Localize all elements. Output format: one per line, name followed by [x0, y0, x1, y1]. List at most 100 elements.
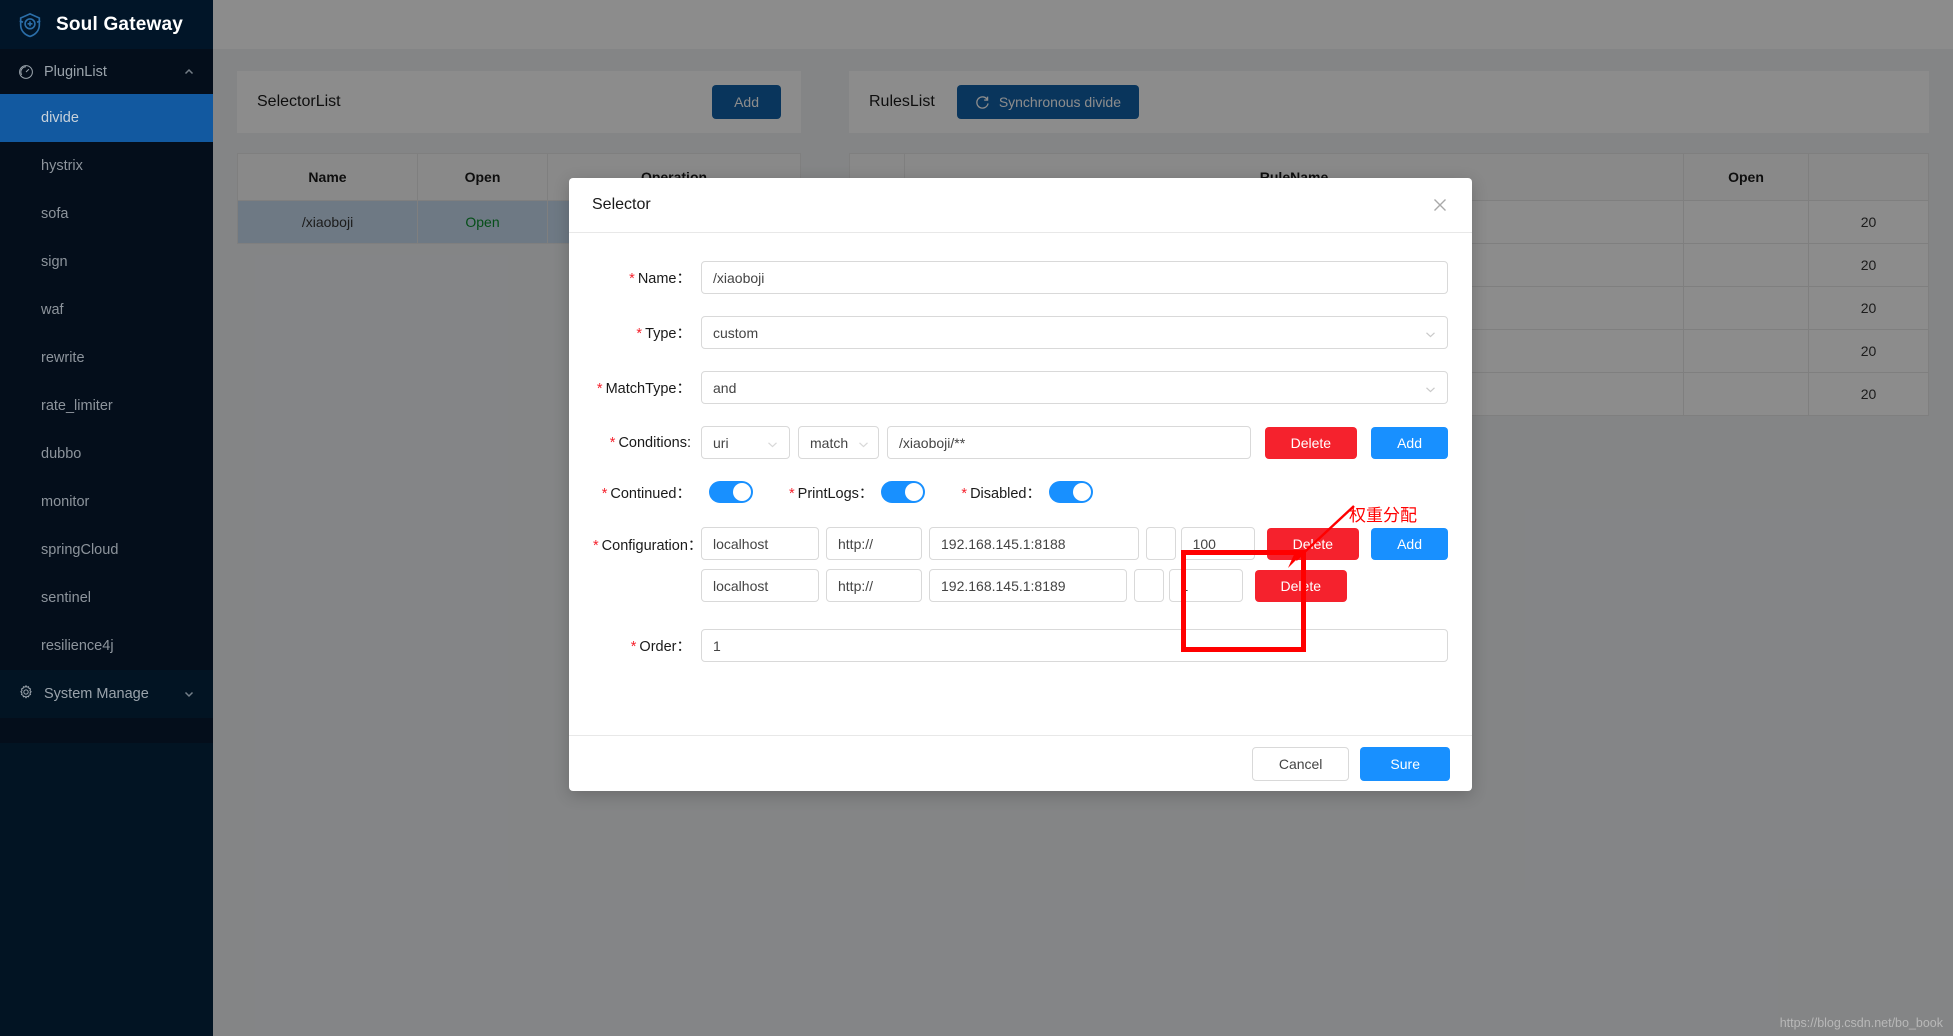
- required-marker: *: [630, 639, 637, 655]
- name-input[interactable]: /xiaoboji: [701, 261, 1448, 294]
- toggle-knob: [733, 483, 751, 501]
- field-row-conditions: * Conditions: uri match /xiaoboji/** Dele…: [593, 426, 1448, 459]
- chevron-up-icon: [183, 66, 195, 78]
- required-marker: *: [636, 326, 643, 342]
- required-marker: *: [789, 485, 795, 502]
- config-host-input[interactable]: localhost: [701, 527, 819, 560]
- sidebar-item-waf[interactable]: waf: [0, 286, 213, 334]
- condition-param-type-select[interactable]: uri: [701, 426, 790, 459]
- condition-delete-button[interactable]: Delete: [1264, 426, 1358, 459]
- sidebar-item-hystrix[interactable]: hystrix: [0, 142, 213, 190]
- cancel-button[interactable]: Cancel: [1251, 746, 1350, 781]
- sidebar-item-monitor[interactable]: monitor: [0, 478, 213, 526]
- sidebar-item-label: divide: [41, 110, 79, 126]
- selector-modal: Selector * Name： /xiaoboji * Type： custom: [569, 178, 1472, 791]
- printlogs-group: * PrintLogs：: [789, 481, 926, 503]
- label-conditions-text: Conditions: [618, 434, 687, 451]
- modal-title: Selector: [592, 196, 651, 213]
- required-marker: *: [596, 381, 603, 397]
- matchtype-select[interactable]: and: [701, 371, 1448, 404]
- disabled-toggle[interactable]: [1049, 481, 1093, 503]
- sidebar-item-sentinel[interactable]: sentinel: [0, 574, 213, 622]
- sidebar-item-label: sentinel: [41, 590, 91, 606]
- label-matchtype-text: MatchType: [605, 381, 677, 397]
- sidebar-item-sofa[interactable]: sofa: [0, 190, 213, 238]
- modal-header: Selector: [569, 178, 1472, 233]
- toggle-knob: [905, 483, 924, 501]
- field-row-type: * Type： custom: [593, 316, 1448, 349]
- chevron-down-icon: [1425, 327, 1436, 338]
- configuration-row: localhost http:// 192.168.145.1:8189 1 D…: [701, 569, 1448, 602]
- sidebar-item-label: waf: [41, 302, 64, 318]
- label-configuration: * Configuration：: [593, 538, 703, 554]
- label-disabled-text: Disabled: [970, 485, 1027, 502]
- sidebar-item-label: sign: [41, 254, 68, 270]
- disabled-group: * Disabled：: [961, 481, 1093, 503]
- sidebar-item-rewrite[interactable]: rewrite: [0, 334, 213, 382]
- required-marker: *: [601, 485, 608, 502]
- sidebar-item-dubbo[interactable]: dubbo: [0, 430, 213, 478]
- sidebar-item-label: monitor: [41, 494, 90, 510]
- sure-button[interactable]: Sure: [1360, 746, 1450, 781]
- label-name-text: Name: [637, 271, 677, 287]
- label-conditions: * Conditions:: [609, 434, 691, 451]
- required-marker: *: [961, 485, 968, 502]
- sidebar: Soul Gateway PluginList divide hystrix s…: [0, 0, 213, 1036]
- condition-param-type-value: uri: [713, 434, 729, 451]
- sidebar-item-springcloud[interactable]: springCloud: [0, 526, 213, 574]
- watermark-text: https://blog.csdn.net/bo_book: [1779, 1016, 1943, 1030]
- config-spacer-input[interactable]: [1145, 527, 1176, 560]
- field-row-matchtype: * MatchType： and: [593, 371, 1448, 404]
- label-printlogs: * PrintLogs：: [789, 485, 874, 502]
- required-marker: *: [629, 271, 635, 287]
- sidebar-group-pluginlist[interactable]: PluginList: [0, 49, 213, 94]
- sidebar-item-resilience4j[interactable]: resilience4j: [0, 622, 213, 670]
- label-configuration-text: Configuration: [601, 538, 688, 554]
- sidebar-item-label: rate_limiter: [41, 398, 113, 414]
- gear-icon: [18, 684, 34, 704]
- sidebar-item-sign[interactable]: sign: [0, 238, 213, 286]
- config-host-input[interactable]: localhost: [701, 569, 819, 602]
- sidebar-item-label: rewrite: [41, 350, 85, 366]
- dashboard-icon: [18, 64, 34, 80]
- config-spacer-input[interactable]: [1133, 569, 1164, 602]
- app-root: Soul Gateway PluginList divide hystrix s…: [0, 0, 1953, 1036]
- config-weight-input[interactable]: 100: [1180, 527, 1255, 560]
- sidebar-item-rate-limiter[interactable]: rate_limiter: [0, 382, 213, 430]
- config-delete-button[interactable]: Delete: [1254, 569, 1347, 602]
- config-weight-input[interactable]: 1: [1168, 569, 1243, 602]
- field-row-name: * Name： /xiaoboji: [593, 261, 1448, 294]
- matchtype-select-value: and: [713, 379, 737, 396]
- sidebar-item-label: hystrix: [41, 158, 83, 174]
- label-name: * Name：: [629, 271, 691, 287]
- config-protocol-input[interactable]: http://: [826, 569, 922, 602]
- required-marker: *: [609, 434, 616, 451]
- continued-toggle[interactable]: [709, 481, 753, 503]
- condition-value-input[interactable]: /xiaoboji/**: [887, 426, 1251, 459]
- label-type-text: Type: [645, 326, 677, 342]
- config-protocol-input[interactable]: http://: [826, 527, 922, 560]
- field-row-order: * Order： 1: [593, 629, 1448, 662]
- type-select[interactable]: custom: [701, 316, 1448, 349]
- label-disabled: * Disabled：: [961, 485, 1041, 502]
- condition-add-button[interactable]: Add: [1371, 426, 1448, 459]
- required-marker: *: [593, 538, 599, 554]
- printlogs-toggle[interactable]: [881, 481, 926, 503]
- brand-header: Soul Gateway: [0, 0, 213, 49]
- sidebar-item-divide[interactable]: divide: [0, 94, 213, 142]
- modal-footer: Cancel Sure: [569, 735, 1472, 791]
- sidebar-item-system-manage[interactable]: System Manage: [0, 670, 213, 718]
- label-continued-text: Continued: [610, 485, 677, 502]
- close-icon[interactable]: [1431, 196, 1449, 214]
- chevron-down-icon: [1425, 382, 1436, 393]
- order-input[interactable]: 1: [701, 629, 1448, 662]
- label-printlogs-text: PrintLogs: [797, 485, 859, 502]
- config-address-input[interactable]: 192.168.145.1:8188: [929, 527, 1139, 560]
- chevron-down-icon: [767, 437, 778, 448]
- sidebar-system-manage-label: System Manage: [44, 686, 149, 702]
- label-continued: * Continued：: [601, 485, 691, 502]
- condition-operator-select[interactable]: match: [798, 426, 879, 459]
- sidebar-item-label: resilience4j: [41, 638, 114, 654]
- config-address-input[interactable]: 192.168.145.1:8189: [929, 569, 1127, 602]
- config-add-button[interactable]: Add: [1371, 527, 1448, 560]
